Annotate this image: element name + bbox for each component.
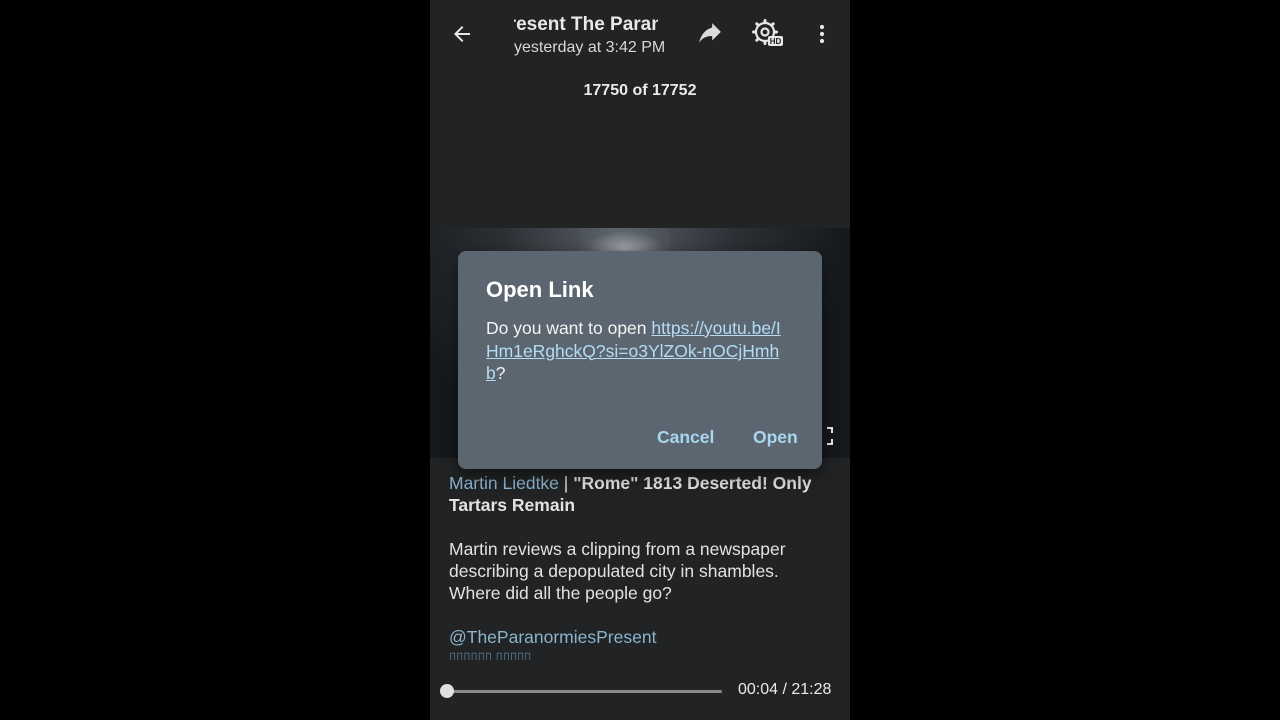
open-link-dialog: Open Link Do you want to open https://yo… (458, 251, 822, 469)
phone-screen: Present The Paranormies yesterday at 3:4… (430, 0, 850, 720)
dialog-prompt: Do you want to open (486, 318, 652, 338)
cancel-button[interactable]: Cancel (657, 427, 714, 448)
dialog-suffix: ? (495, 363, 506, 383)
dialog-message: Do you want to open https://youtu.be/IHm… (486, 317, 786, 385)
dialog-title: Open Link (486, 277, 594, 302)
open-button[interactable]: Open (753, 427, 798, 448)
